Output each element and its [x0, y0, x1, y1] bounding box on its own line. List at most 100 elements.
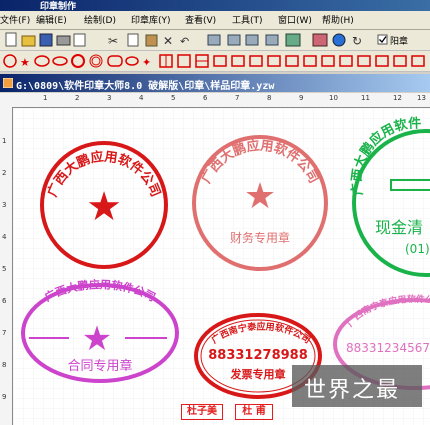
drawing-toolbar-icons: ★ ✦ — [3, 54, 425, 69]
ruler-left-tick: 9 — [2, 393, 7, 401]
menu-tools[interactable]: 工具(T) — [232, 13, 263, 26]
svg-text:↶: ↶ — [180, 35, 189, 48]
menu-help[interactable]: 帮助(H) — [322, 13, 354, 26]
forward-icon[interactable] — [265, 34, 279, 46]
draw-rect-6-icon[interactable] — [303, 55, 317, 67]
ruler-top-tick: 9 — [299, 94, 304, 102]
draw-rect-11-icon[interactable] — [393, 55, 407, 67]
ruler-top-tick: 3 — [107, 94, 112, 102]
menu-edit[interactable]: 编辑(E) — [36, 13, 67, 26]
menu-bar: 文件(F) 编辑(E) 绘制(D) 印章库(Y) 查看(V) 工具(T) 窗口(… — [0, 11, 430, 30]
ruler-top-tick: 11 — [361, 94, 370, 102]
menu-window[interactable]: 窗口(W) — [278, 13, 312, 26]
globe-icon[interactable] — [332, 33, 346, 47]
draw-rect-4-icon[interactable] — [267, 55, 281, 67]
draw-rect-2-icon[interactable] — [231, 55, 245, 67]
watermark-text: 世界之最 — [304, 378, 401, 403]
document-path: G:\0809\软件印章大师8.0 破解版\印章\样品印章.yzw — [16, 81, 275, 92]
window-titlebar: 印章制作 — [0, 0, 430, 12]
stamp-3-extra-text: (01) — [405, 242, 430, 256]
standard-toolbar: ✂ ✕ ↶ ↻ 阳章 — [0, 30, 430, 51]
print-icon[interactable] — [56, 35, 71, 46]
draw-table-icon[interactable] — [195, 54, 209, 68]
new-file-icon[interactable] — [5, 32, 17, 47]
ruler-left: 1 2 3 4 5 6 7 8 9 — [0, 107, 13, 425]
ruler-top-tick: 8 — [267, 94, 272, 102]
delete-icon[interactable]: ✕ — [163, 34, 173, 48]
wizard-icon[interactable] — [285, 33, 301, 47]
ruler-top-tick: 10 — [329, 94, 338, 102]
group-icon[interactable] — [207, 34, 221, 46]
ruler-left-tick: 3 — [2, 201, 7, 209]
star-icon: ★ — [244, 176, 276, 217]
draw-double-ring-icon[interactable] — [89, 54, 103, 68]
ruler-top-tick: 2 — [75, 94, 80, 102]
ruler-left-tick: 5 — [2, 265, 7, 273]
svg-text:✕: ✕ — [163, 34, 173, 48]
menu-file[interactable]: 文件(F) — [0, 13, 30, 26]
ruler-corner — [0, 93, 12, 107]
ruler-left-tick: 8 — [2, 361, 7, 369]
eye-icon[interactable] — [312, 33, 328, 47]
copy-icon[interactable] — [127, 33, 139, 47]
menu-stamp-library[interactable]: 印章库(Y) — [131, 13, 171, 26]
draw-rect-icon[interactable] — [213, 55, 227, 67]
ungroup-icon[interactable] — [227, 34, 241, 46]
draw-ring-icon[interactable] — [71, 54, 85, 68]
document-titlebar: G:\0809\软件印章大师8.0 破解版\印章\样品印章.yzw — [0, 74, 430, 92]
paste-icon[interactable] — [145, 34, 158, 47]
star-icon: ★ — [82, 319, 112, 359]
ruler-top-tick: 5 — [171, 94, 176, 102]
menu-view[interactable]: 查看(V) — [185, 13, 216, 26]
stamp-4-bottom-text: 合同专用章 — [67, 358, 132, 374]
yin-checkbox[interactable] — [377, 34, 388, 45]
ruler-top: 1 2 3 4 5 6 7 8 9 10 11 12 13 — [12, 93, 430, 108]
stamp-3-bottom-text: 现金清 — [375, 218, 423, 237]
draw-grid-icon[interactable] — [159, 54, 173, 68]
standard-toolbar-icons: ✂ ✕ ↶ ↻ — [5, 32, 388, 48]
ruler-left-tick: 1 — [2, 137, 7, 145]
svg-text:✦: ✦ — [142, 56, 151, 69]
draw-square-stamp-icon[interactable] — [177, 54, 191, 68]
ruler-left-tick: 2 — [2, 169, 7, 177]
draw-circle-stamp-icon[interactable] — [3, 54, 17, 68]
draw-rect-5-icon[interactable] — [285, 55, 299, 67]
svg-text:★: ★ — [20, 56, 30, 69]
print-preview-icon[interactable] — [73, 33, 86, 47]
document-icon — [3, 78, 13, 88]
draw-rect-12-icon[interactable] — [411, 55, 425, 67]
draw-rect-3-icon[interactable] — [249, 55, 263, 67]
ruler-left-tick: 4 — [2, 233, 7, 241]
ruler-top-tick: 4 — [139, 94, 144, 102]
ruler-top-tick: 7 — [235, 94, 240, 102]
signature-stamp-2[interactable]: 杜 甫 — [235, 404, 273, 420]
signature-stamp-1[interactable]: 杜子美 — [181, 404, 223, 420]
save-icon[interactable] — [39, 33, 53, 47]
draw-ellipse-icon[interactable] — [34, 55, 50, 67]
star-icon: ★ — [86, 184, 122, 230]
rotate-icon[interactable]: ↻ — [352, 34, 362, 48]
watermark-overlay: 世界之最 — [292, 365, 422, 407]
cut-icon[interactable]: ✂ — [108, 34, 118, 48]
ruler-top-tick: 12 — [393, 94, 402, 102]
draw-rect-10-icon[interactable] — [375, 55, 389, 67]
draw-rect-9-icon[interactable] — [357, 55, 371, 67]
ruler-top-tick: 1 — [43, 94, 48, 102]
draw-cross-icon[interactable]: ✦ — [142, 56, 151, 69]
menu-draw[interactable]: 绘制(D) — [84, 13, 116, 26]
yin-checkbox-label[interactable]: 阳章 — [390, 34, 408, 47]
draw-rect-8-icon[interactable] — [339, 55, 353, 67]
open-folder-icon[interactable] — [21, 35, 36, 47]
draw-rect-7-icon[interactable] — [321, 55, 335, 67]
undo-icon[interactable]: ↶ — [180, 35, 189, 48]
ruler-left-tick: 6 — [2, 297, 7, 305]
draw-ellipse-small-icon[interactable] — [125, 56, 139, 66]
ruler-left-tick: 7 — [2, 329, 7, 337]
ruler-top-tick: 13 — [417, 94, 426, 102]
draw-star-icon[interactable]: ★ — [20, 56, 30, 69]
drawing-toolbar: ★ ✦ — [0, 51, 430, 72]
draw-round-rect-icon[interactable] — [107, 55, 123, 67]
ruler-top-tick: 6 — [203, 94, 208, 102]
align-icon[interactable] — [245, 34, 259, 46]
draw-oval-icon[interactable] — [52, 56, 68, 66]
